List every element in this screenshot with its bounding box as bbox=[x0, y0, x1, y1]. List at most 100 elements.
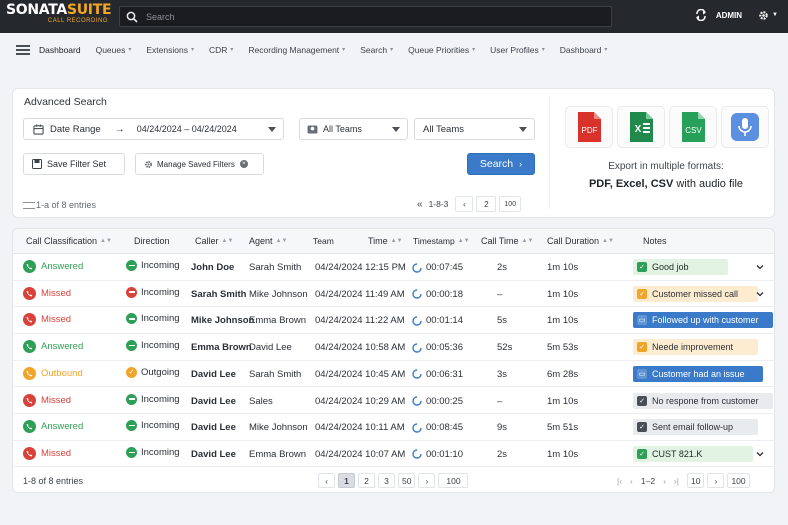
classification-label: Missed bbox=[41, 314, 72, 326]
pagination-right: |‹ ‹ 1–2 › ›| 10 › 100 bbox=[617, 473, 753, 488]
prev-page-button[interactable]: ‹ bbox=[318, 473, 335, 488]
swap-user-icon[interactable] bbox=[695, 9, 707, 21]
nav-item-queue-priorities[interactable]: Queue Priorities ▾ bbox=[408, 45, 475, 55]
col-direction[interactable]: Direction bbox=[134, 236, 170, 246]
page-button[interactable]: 50 bbox=[398, 473, 416, 488]
date-range-value: 04/24/2024 – 04/24/2024 bbox=[136, 124, 237, 134]
page-button[interactable]: 3 bbox=[378, 473, 395, 488]
col-caller[interactable]: Caller ▲▼ bbox=[195, 236, 233, 246]
table-row[interactable]: Missed Incoming Sarah Smith Mike Johnson… bbox=[13, 281, 774, 308]
table-row[interactable]: Answered Incoming Emma Brown David Lee 0… bbox=[13, 334, 774, 361]
next-page-icon[interactable]: › bbox=[663, 476, 666, 486]
nav-item-queues[interactable]: Queues ▾ bbox=[96, 45, 132, 55]
chevron-down-icon[interactable] bbox=[756, 263, 764, 271]
note-badge[interactable]: ✓ Customer missed call bbox=[633, 285, 758, 302]
col-agent[interactable]: Agent ▲▼ bbox=[249, 236, 287, 246]
note-badge[interactable]: ✓ CUST 821.K bbox=[633, 445, 753, 462]
incoming-call-icon bbox=[126, 420, 137, 432]
classification-label: Missed bbox=[41, 447, 72, 459]
first-page-icon[interactable]: « bbox=[417, 199, 423, 210]
col-label: Call Classification bbox=[26, 236, 98, 246]
global-search[interactable] bbox=[119, 6, 612, 27]
chevron-down-icon[interactable] bbox=[756, 450, 764, 458]
col-call-classification[interactable]: Call Classification ▲▼ bbox=[26, 236, 112, 246]
note-badge[interactable]: ✓ Neede improvement bbox=[633, 339, 758, 356]
page-size-button[interactable]: 10 bbox=[686, 473, 705, 488]
hamburger-menu-icon[interactable] bbox=[16, 44, 30, 55]
nav-item-user-profiles[interactable]: User Profiles ▾ bbox=[490, 45, 545, 55]
note-badge[interactable]: ✓ No respone from customer bbox=[633, 392, 773, 409]
col-label: Call Time bbox=[481, 236, 519, 246]
export-audio-button[interactable] bbox=[721, 106, 769, 148]
direction: Incoming bbox=[126, 260, 180, 271]
note-text: No respone from customer bbox=[652, 395, 759, 406]
note-badge[interactable]: ▭ Customer had an issue bbox=[633, 365, 763, 382]
logo[interactable]: SONATASUITE CALL RECORDING bbox=[6, 3, 112, 30]
search-icon bbox=[126, 11, 138, 23]
next-page-button[interactable]: › bbox=[418, 473, 436, 488]
call-duration: 5m 53s bbox=[547, 342, 579, 354]
table-row[interactable]: Answered Incoming John Doe Sarah Smith 0… bbox=[13, 254, 774, 281]
manage-filters-button[interactable]: Manage Saved Filters × bbox=[135, 153, 264, 175]
note-badge[interactable]: ✓ Good job bbox=[633, 259, 728, 275]
direction-label: Incoming bbox=[141, 286, 180, 298]
col-label: Team bbox=[313, 236, 334, 246]
date-range-picker[interactable]: Date Range → 04/24/2024 – 04/24/2024 bbox=[23, 118, 284, 140]
col-call-time[interactable]: Call Time ▲▼ bbox=[481, 236, 533, 246]
table-row[interactable]: Missed Incoming David Lee Emma Brown 04/… bbox=[13, 441, 774, 468]
date-range-label: Date Range bbox=[50, 123, 101, 135]
excel-file-icon: X bbox=[630, 112, 653, 142]
chevron-down-icon[interactable] bbox=[756, 290, 764, 298]
prev-page-icon[interactable]: ‹ bbox=[630, 476, 633, 486]
caller: David Lee bbox=[191, 422, 236, 434]
nav-item-dashboard[interactable]: Dashboard bbox=[39, 45, 81, 55]
gear-icon[interactable] bbox=[758, 10, 769, 21]
note-badge[interactable]: ▭ Followed up with customer bbox=[633, 312, 773, 329]
per-page-button[interactable]: 100 bbox=[438, 473, 469, 488]
teams-select-2[interactable]: All Teams bbox=[414, 118, 535, 140]
col-call-duration[interactable]: Call Duration ▲▼ bbox=[547, 236, 614, 246]
divider bbox=[549, 97, 550, 209]
table-row[interactable]: Missed Incoming Mike Johnson Emma Brown … bbox=[13, 307, 774, 334]
search-button-label: Search bbox=[479, 158, 514, 170]
note-text: Customer had an issue bbox=[652, 368, 745, 379]
nav-item-extensions[interactable]: Extensions ▾ bbox=[146, 45, 194, 55]
export-pdf-button[interactable]: PDF bbox=[565, 106, 613, 148]
last-page-icon[interactable]: ›| bbox=[674, 476, 679, 486]
nav-item-search[interactable]: Search ▾ bbox=[360, 45, 393, 55]
col-team[interactable]: Team bbox=[313, 236, 334, 246]
per-page-button[interactable]: 100 bbox=[727, 473, 750, 488]
search-button[interactable]: Search › bbox=[467, 153, 535, 175]
chevron-down-icon[interactable]: ▼ bbox=[772, 12, 778, 18]
team-icon bbox=[307, 124, 318, 134]
timestamp: 00:08:45 bbox=[412, 422, 463, 433]
col-label: Notes bbox=[643, 236, 667, 246]
search-input[interactable] bbox=[146, 11, 566, 22]
call-time: 04/24/2024 10:11 AM bbox=[315, 422, 405, 434]
export-excel-button[interactable]: X bbox=[617, 106, 665, 148]
page-button[interactable]: 2 bbox=[476, 196, 497, 212]
col-timestamp[interactable]: Timestamp ▲▼ bbox=[413, 236, 470, 246]
next-button[interactable]: › bbox=[707, 473, 725, 488]
table-row[interactable]: Missed Incoming David Lee Sales 04/24/20… bbox=[13, 388, 774, 414]
agent: Sarah Smith bbox=[249, 262, 302, 273]
col-notes[interactable]: Notes bbox=[643, 236, 667, 246]
user-name[interactable]: ADMIN bbox=[716, 11, 742, 20]
page-button[interactable]: 1 bbox=[338, 473, 355, 488]
teams-select[interactable]: All Teams bbox=[299, 118, 408, 140]
call-time: 04/24/2024 10:07 AM bbox=[315, 448, 406, 460]
timestamp-value: 00:06:31 bbox=[426, 368, 463, 380]
prev-page-button[interactable]: ‹ bbox=[455, 196, 474, 212]
table-row[interactable]: Outbound ✓ Outgoing David Lee Sarah Smit… bbox=[13, 361, 774, 388]
page-button[interactable]: 2 bbox=[358, 473, 375, 488]
per-page-button[interactable]: 100 bbox=[499, 196, 522, 212]
table-row[interactable]: Answered Incoming David Lee Mike Johnson… bbox=[13, 414, 774, 441]
export-csv-button[interactable]: CSV bbox=[669, 106, 717, 148]
col-time[interactable]: Time ▲▼ bbox=[368, 236, 403, 246]
save-filter-button[interactable]: Save Filter Set bbox=[23, 153, 125, 175]
note-badge[interactable]: ✓ Sent email follow-up bbox=[633, 419, 758, 436]
first-page-icon[interactable]: |‹ bbox=[617, 476, 622, 486]
nav-item-recording-management[interactable]: Recording Management ▾ bbox=[248, 45, 345, 55]
nav-item-dashboard-2[interactable]: Dashboard ▾ bbox=[560, 45, 608, 55]
nav-item-cdr[interactable]: CDR ▾ bbox=[209, 45, 233, 55]
